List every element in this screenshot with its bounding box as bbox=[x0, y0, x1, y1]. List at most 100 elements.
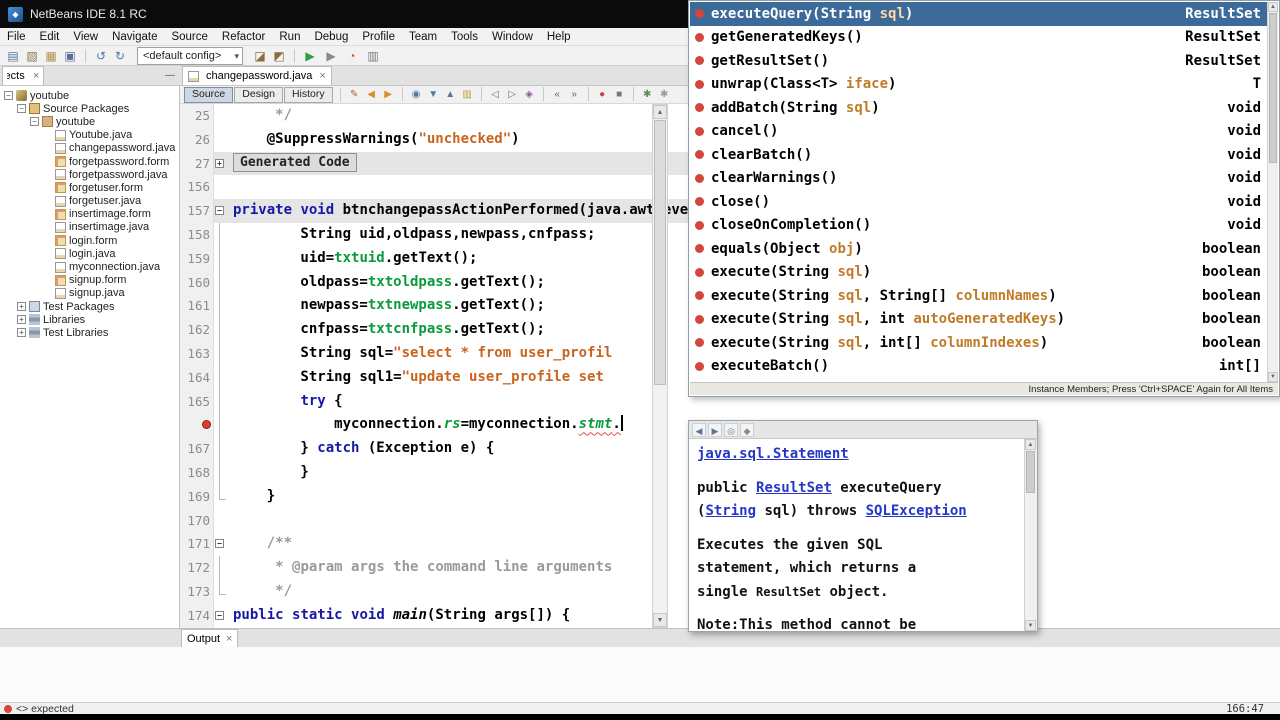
tree-item-insertimage-form[interactable]: insertimage.form bbox=[0, 208, 179, 221]
scroll-down-icon[interactable] bbox=[1268, 372, 1278, 382]
scroll-down-icon[interactable] bbox=[653, 613, 667, 627]
javadoc-forward-icon[interactable]: ▶ bbox=[708, 422, 722, 437]
tree-item-myconnection-java[interactable]: myconnection.java bbox=[0, 260, 179, 273]
minimize-panel-button[interactable] bbox=[165, 70, 175, 81]
fold-toggle-icon[interactable]: + bbox=[215, 158, 224, 168]
menu-navigate[interactable]: Navigate bbox=[105, 31, 164, 43]
undo-icon[interactable]: ↺ bbox=[93, 48, 109, 64]
menu-profile[interactable]: Profile bbox=[355, 31, 402, 43]
toggle-highlight-icon[interactable]: ▥ bbox=[460, 87, 475, 102]
find-selection-icon[interactable]: ◉ bbox=[409, 87, 424, 102]
build-project-icon[interactable]: ◪ bbox=[252, 48, 268, 64]
redo-icon[interactable]: ↻ bbox=[112, 48, 128, 64]
stop-macro-icon[interactable]: ■ bbox=[612, 87, 627, 102]
completion-item[interactable]: execute(String sql, String[] columnNames… bbox=[690, 284, 1267, 308]
comment-icon[interactable]: ✱ bbox=[640, 87, 655, 102]
javadoc-scrollbar[interactable] bbox=[1024, 439, 1037, 631]
menu-refactor[interactable]: Refactor bbox=[215, 31, 272, 43]
clean-build-icon[interactable]: ◩ bbox=[271, 48, 287, 64]
collapse-handle-icon[interactable]: − bbox=[30, 117, 39, 127]
expand-handle-icon[interactable]: + bbox=[17, 328, 26, 338]
tree-item-changepassword-java[interactable]: changepassword.java bbox=[0, 142, 179, 155]
debug-project-icon[interactable]: ▶ bbox=[323, 48, 339, 64]
tree-item-source-packages[interactable]: − Source Packages bbox=[0, 102, 179, 115]
scrollbar-thumb[interactable] bbox=[1269, 13, 1277, 163]
expand-handle-icon[interactable]: + bbox=[17, 315, 26, 325]
completion-item[interactable]: execute(String sql, int autoGeneratedKey… bbox=[690, 308, 1267, 332]
javadoc-link[interactable]: java.sql.Statement bbox=[697, 446, 849, 462]
start-macro-icon[interactable]: ● bbox=[595, 87, 610, 102]
find-previous-icon[interactable]: ▲ bbox=[443, 87, 458, 102]
menu-team[interactable]: Team bbox=[402, 31, 444, 43]
save-all-icon[interactable]: ▣ bbox=[62, 48, 78, 64]
menu-tools[interactable]: Tools bbox=[444, 31, 485, 43]
back-icon[interactable]: ◀ bbox=[364, 87, 379, 102]
completion-item[interactable]: addBatch(String sql) void bbox=[690, 96, 1267, 120]
shift-left-icon[interactable]: « bbox=[550, 87, 565, 102]
scrollbar-thumb[interactable] bbox=[654, 120, 666, 385]
scrollbar-thumb[interactable] bbox=[1026, 451, 1035, 493]
tree-item-forgetpassword-form[interactable]: forgetpassword.form bbox=[0, 155, 179, 168]
javadoc-link[interactable]: ResultSet bbox=[756, 480, 832, 496]
completion-item[interactable]: close() void bbox=[690, 190, 1267, 214]
tree-item-test-libraries[interactable]: + Test Libraries bbox=[0, 326, 179, 339]
profile-project-icon[interactable]: ◔ bbox=[344, 48, 360, 64]
javadoc-link[interactable]: SQLException bbox=[866, 503, 967, 519]
run-project-icon[interactable]: ▶ bbox=[302, 48, 318, 64]
fold-toggle-icon[interactable]: − bbox=[215, 539, 224, 549]
scroll-up-icon[interactable] bbox=[1268, 2, 1278, 12]
completion-item[interactable]: execute(String sql) boolean bbox=[690, 261, 1267, 285]
tree-item-signup-form[interactable]: signup.form bbox=[0, 274, 179, 287]
previous-bookmark-icon[interactable]: ◁ bbox=[488, 87, 503, 102]
view-button-source[interactable]: Source bbox=[184, 86, 234, 103]
tree-item-test-packages[interactable]: + Test Packages bbox=[0, 300, 179, 313]
completion-item[interactable]: executeBatch() int[] bbox=[690, 355, 1267, 379]
close-icon[interactable] bbox=[319, 70, 325, 82]
scroll-down-icon[interactable] bbox=[1025, 620, 1036, 631]
uncomment-icon[interactable]: ✱ bbox=[657, 87, 672, 102]
collapse-handle-icon[interactable]: − bbox=[4, 91, 13, 101]
completion-item[interactable]: clearWarnings() void bbox=[690, 167, 1267, 191]
completion-item[interactable]: equals(Object obj) boolean bbox=[690, 237, 1267, 261]
completion-item[interactable]: cancel() void bbox=[690, 120, 1267, 144]
tree-item-insertimage-java[interactable]: insertimage.java bbox=[0, 221, 179, 234]
tree-item-login-form[interactable]: login.form bbox=[0, 234, 179, 247]
tab-changepassword-java[interactable]: changepassword.java bbox=[182, 66, 332, 85]
fold-toggle-icon[interactable]: − bbox=[215, 610, 224, 620]
tree-item-youtube-java[interactable]: Youtube.java bbox=[0, 129, 179, 142]
completion-item[interactable]: clearBatch() void bbox=[690, 143, 1267, 167]
editor-scrollbar[interactable] bbox=[652, 104, 668, 628]
completion-item[interactable]: closeOnCompletion() void bbox=[690, 214, 1267, 238]
toggle-bookmark-icon[interactable]: ◈ bbox=[522, 87, 537, 102]
menu-debug[interactable]: Debug bbox=[307, 31, 355, 43]
javadoc-link[interactable]: String bbox=[705, 503, 756, 519]
open-project-icon[interactable]: ▦ bbox=[43, 48, 59, 64]
show-in-browser-icon[interactable]: ◎ bbox=[724, 422, 738, 437]
close-icon[interactable] bbox=[33, 70, 39, 82]
tree-item-forgetpassword-java[interactable]: forgetpassword.java bbox=[0, 168, 179, 181]
close-icon[interactable] bbox=[226, 633, 232, 645]
new-project-icon[interactable]: ▧ bbox=[24, 48, 40, 64]
completion-item[interactable]: execute(String sql, int[] columnIndexes)… bbox=[690, 331, 1267, 355]
last-edit-icon[interactable]: ✎ bbox=[347, 87, 362, 102]
menu-help[interactable]: Help bbox=[540, 31, 578, 43]
javadoc-back-icon[interactable]: ◀ bbox=[692, 422, 706, 437]
fold-toggle-icon[interactable]: − bbox=[215, 206, 224, 216]
find-next-icon[interactable]: ▼ bbox=[426, 87, 441, 102]
completion-item[interactable]: getGeneratedKeys() ResultSet bbox=[690, 26, 1267, 50]
menu-edit[interactable]: Edit bbox=[33, 31, 67, 43]
memory-view-icon[interactable]: ▥ bbox=[365, 48, 381, 64]
scroll-up-icon[interactable] bbox=[653, 105, 667, 119]
collapse-handle-icon[interactable]: − bbox=[17, 104, 26, 114]
view-button-history[interactable]: History bbox=[283, 86, 333, 103]
scroll-up-icon[interactable] bbox=[1025, 439, 1036, 450]
view-button-design[interactable]: Design bbox=[234, 86, 283, 103]
forward-icon[interactable]: ▶ bbox=[381, 87, 396, 102]
shift-right-icon[interactable]: » bbox=[567, 87, 582, 102]
tree-item-forgetuser-java[interactable]: forgetuser.java bbox=[0, 195, 179, 208]
tree-item-libraries[interactable]: + Libraries bbox=[0, 313, 179, 326]
tree-item-forgetuser-form[interactable]: forgetuser.form bbox=[0, 181, 179, 194]
expand-handle-icon[interactable]: + bbox=[17, 302, 26, 312]
menu-view[interactable]: View bbox=[66, 31, 105, 43]
new-file-icon[interactable]: ▤ bbox=[5, 48, 21, 64]
